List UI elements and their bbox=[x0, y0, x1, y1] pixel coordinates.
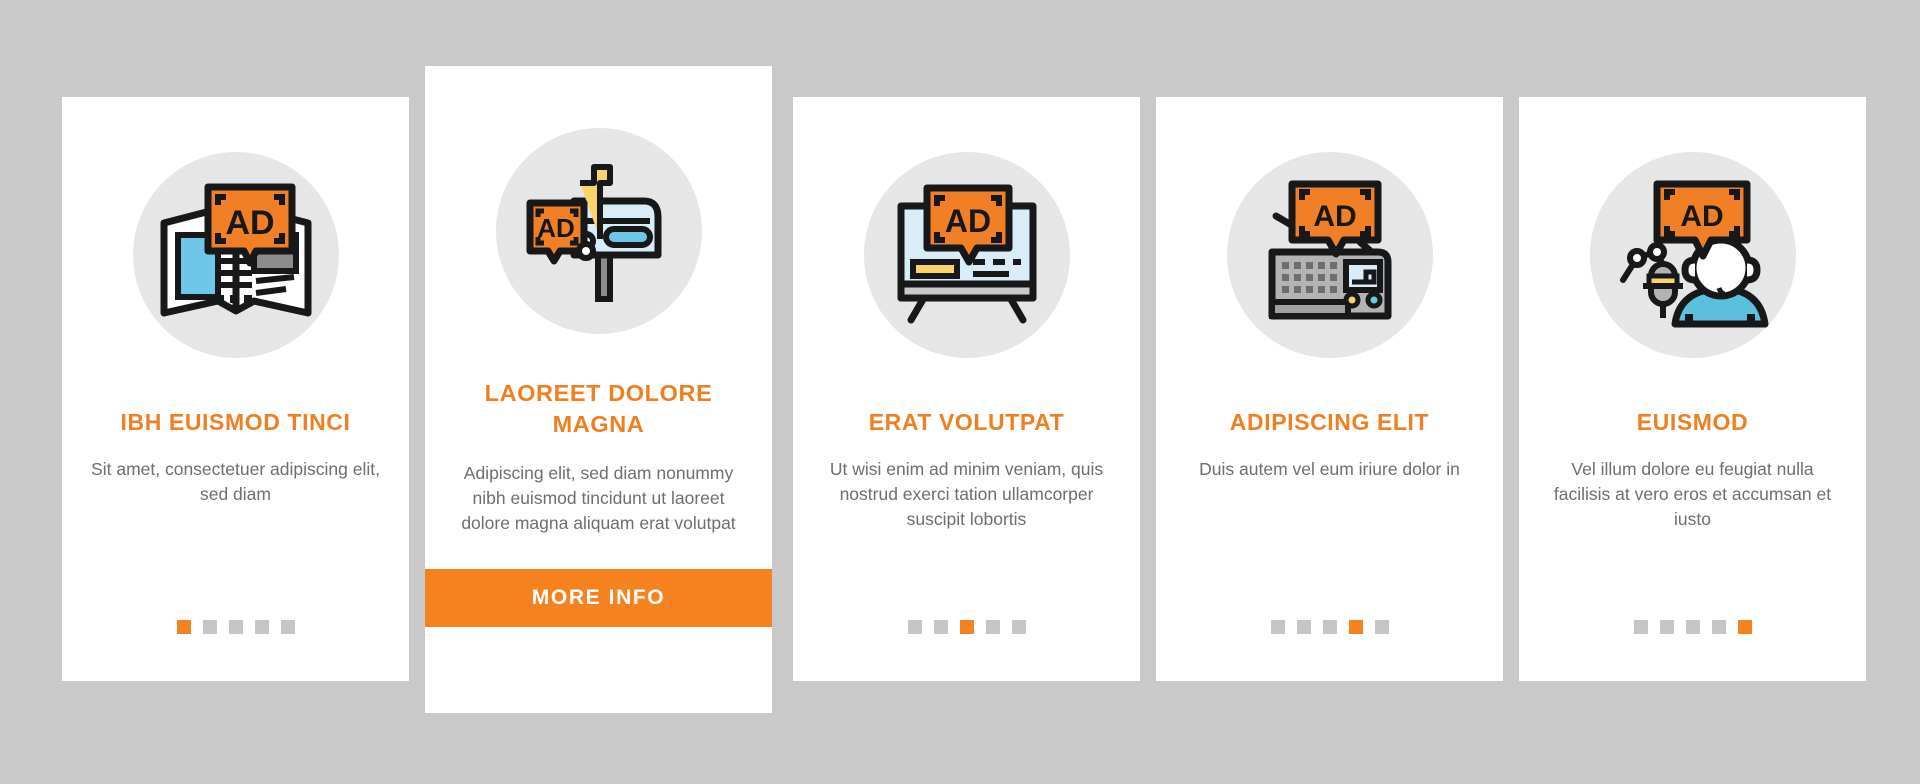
card-title: EUISMOD bbox=[1636, 409, 1749, 435]
step-dots[interactable] bbox=[62, 620, 409, 634]
step-dot-1[interactable] bbox=[907, 620, 922, 634]
step-dot-1[interactable] bbox=[1270, 620, 1285, 634]
step-dot-3[interactable] bbox=[959, 620, 974, 634]
svg-text:AD: AD bbox=[944, 203, 990, 239]
step-dots[interactable] bbox=[1519, 620, 1866, 634]
onboarding-card-3[interactable]: AD ERAT VOLUTPAT Ut wisi enim ad minim v… bbox=[793, 97, 1140, 681]
svg-text:AD: AD bbox=[1680, 200, 1723, 233]
step-dot-3[interactable] bbox=[228, 620, 243, 634]
card-title: ADIPISCING ELIT bbox=[1229, 409, 1430, 435]
card-title: ERAT VOLUTPAT bbox=[868, 409, 1065, 435]
card-body: Sit amet, consectetuer adipiscing elit, … bbox=[91, 459, 380, 505]
step-dot-1[interactable] bbox=[1633, 620, 1648, 634]
card-title: IBH EUISMOD TINCI bbox=[120, 409, 351, 435]
step-dot-3[interactable] bbox=[1322, 620, 1337, 634]
radio-ad-icon: AD bbox=[1226, 152, 1433, 358]
more-info-button[interactable]: MORE INFO bbox=[425, 569, 772, 627]
step-dot-1[interactable] bbox=[176, 620, 191, 634]
step-dot-4[interactable] bbox=[985, 620, 1000, 634]
onboarding-screens-stage: AD IBH EUISMOD TINCI Sit amet, consectet… bbox=[0, 0, 1920, 784]
card-body: Vel illum dolore eu feugiat nulla facili… bbox=[1553, 459, 1832, 530]
podcast-announcer-ad-icon: AD bbox=[1589, 152, 1796, 358]
step-dot-4[interactable] bbox=[1348, 620, 1363, 634]
step-dot-5[interactable] bbox=[1737, 620, 1752, 634]
svg-text:AD: AD bbox=[537, 213, 575, 243]
step-dot-4[interactable] bbox=[1711, 620, 1726, 634]
onboarding-card-2[interactable]: AD LAOREET DOLORE MAGNA Adipiscing elit,… bbox=[425, 66, 772, 713]
svg-text:AD: AD bbox=[225, 204, 274, 242]
step-dot-5[interactable] bbox=[1011, 620, 1026, 634]
step-dot-5[interactable] bbox=[1374, 620, 1389, 634]
card-body: Adipiscing elit, sed diam nonummy nibh e… bbox=[461, 463, 736, 533]
svg-text:AD: AD bbox=[1313, 200, 1356, 233]
onboarding-card-1[interactable]: AD IBH EUISMOD TINCI Sit amet, consectet… bbox=[62, 97, 409, 681]
card-title: LAOREET DOLORE MAGNA bbox=[484, 380, 713, 438]
onboarding-card-5[interactable]: AD EUISMOD Vel illum dolore eu feugiat n… bbox=[1519, 97, 1866, 681]
step-dot-2[interactable] bbox=[1659, 620, 1674, 634]
step-dot-2[interactable] bbox=[202, 620, 217, 634]
onboarding-card-4[interactable]: AD ADIPISCING ELIT Duis autem vel eum ir… bbox=[1156, 97, 1503, 681]
step-dot-5[interactable] bbox=[280, 620, 295, 634]
newspaper-ad-icon: AD bbox=[132, 152, 339, 358]
card-body: Duis autem vel eum iriure dolor in bbox=[1199, 459, 1460, 480]
card-body: Ut wisi enim ad minim veniam, quis nostr… bbox=[829, 459, 1104, 530]
television-ad-icon: AD bbox=[863, 152, 1070, 358]
step-dot-3[interactable] bbox=[1685, 620, 1700, 634]
step-dots[interactable] bbox=[1156, 620, 1503, 634]
mailbox-ad-icon: AD bbox=[495, 128, 702, 334]
step-dot-4[interactable] bbox=[254, 620, 269, 634]
step-dot-2[interactable] bbox=[1296, 620, 1311, 634]
step-dots[interactable] bbox=[793, 620, 1140, 634]
step-dot-2[interactable] bbox=[933, 620, 948, 634]
